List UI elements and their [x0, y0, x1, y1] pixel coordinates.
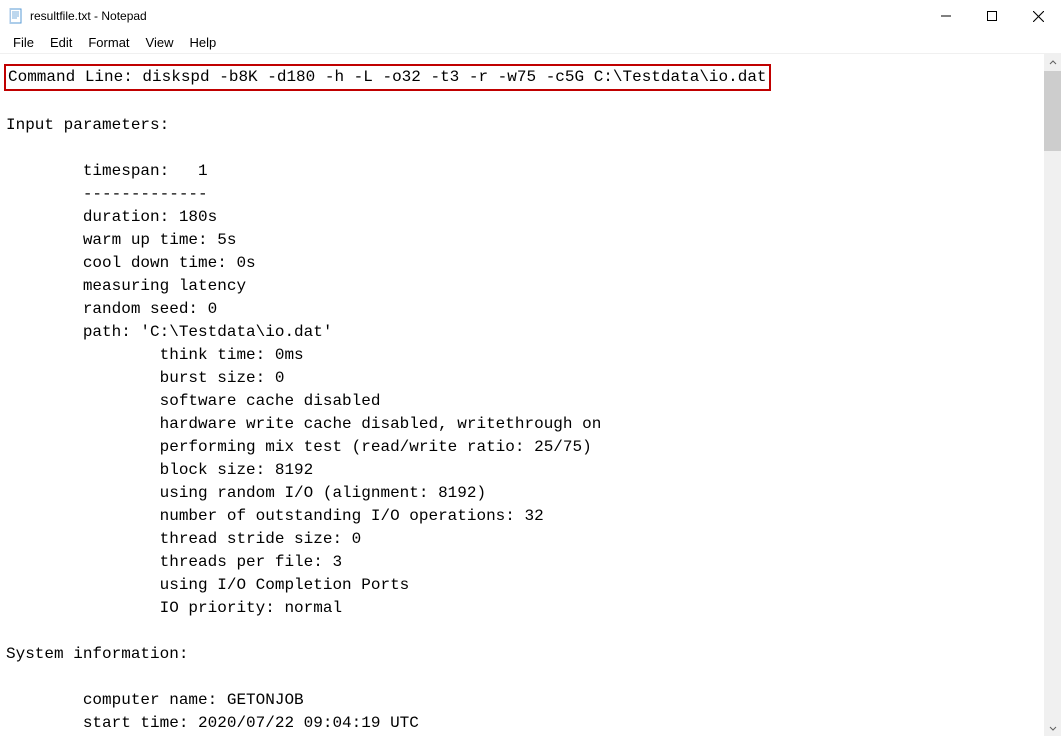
text-line: using I/O Completion Ports	[6, 576, 409, 594]
text-line: burst size: 0	[6, 369, 284, 387]
text-line: System information:	[6, 645, 188, 663]
text-line: performing mix test (read/write ratio: 2…	[6, 438, 592, 456]
window-title: resultfile.txt - Notepad	[30, 9, 923, 23]
text-line: using random I/O (alignment: 8192)	[6, 484, 486, 502]
text-line: timespan: 1	[6, 162, 208, 180]
menu-edit[interactable]: Edit	[42, 33, 80, 52]
text-line: cool down time: 0s	[6, 254, 256, 272]
text-line: threads per file: 3	[6, 553, 342, 571]
titlebar: resultfile.txt - Notepad	[0, 0, 1061, 32]
menu-file[interactable]: File	[5, 33, 42, 52]
minimize-button[interactable]	[923, 0, 969, 32]
notepad-app-icon	[8, 8, 24, 24]
maximize-button[interactable]	[969, 0, 1015, 32]
text-line: random seed: 0	[6, 300, 217, 318]
text-line: number of outstanding I/O operations: 32	[6, 507, 544, 525]
text-line: think time: 0ms	[6, 346, 304, 364]
editor-content[interactable]: Command Line: diskspd -b8K -d180 -h -L -…	[0, 54, 1044, 736]
text-line: path: 'C:\Testdata\io.dat'	[6, 323, 332, 341]
command-line-text: Command Line: diskspd -b8K -d180 -h -L -…	[4, 64, 771, 91]
text-line: Input parameters:	[6, 116, 169, 134]
vertical-scrollbar[interactable]	[1044, 54, 1061, 736]
scroll-thumb[interactable]	[1044, 71, 1061, 151]
content-wrap: Command Line: diskspd -b8K -d180 -h -L -…	[0, 54, 1061, 736]
scroll-track[interactable]	[1044, 71, 1061, 719]
text-line: hardware write cache disabled, writethro…	[6, 415, 601, 433]
text-line: thread stride size: 0	[6, 530, 361, 548]
text-line: measuring latency	[6, 277, 246, 295]
menu-view[interactable]: View	[138, 33, 182, 52]
text-line: IO priority: normal	[6, 599, 342, 617]
scroll-up-arrow-icon[interactable]	[1044, 54, 1061, 71]
menu-help[interactable]: Help	[181, 33, 224, 52]
text-line: -------------	[6, 185, 208, 203]
text-line: duration: 180s	[6, 208, 217, 226]
text-line: software cache disabled	[6, 392, 380, 410]
text-line: start time: 2020/07/22 09:04:19 UTC	[6, 714, 419, 732]
window-controls	[923, 0, 1061, 32]
close-button[interactable]	[1015, 0, 1061, 32]
text-line: computer name: GETONJOB	[6, 691, 304, 709]
menubar: File Edit Format View Help	[0, 32, 1061, 54]
text-line: warm up time: 5s	[6, 231, 236, 249]
scroll-down-arrow-icon[interactable]	[1044, 719, 1061, 736]
text-line: block size: 8192	[6, 461, 313, 479]
menu-format[interactable]: Format	[80, 33, 137, 52]
